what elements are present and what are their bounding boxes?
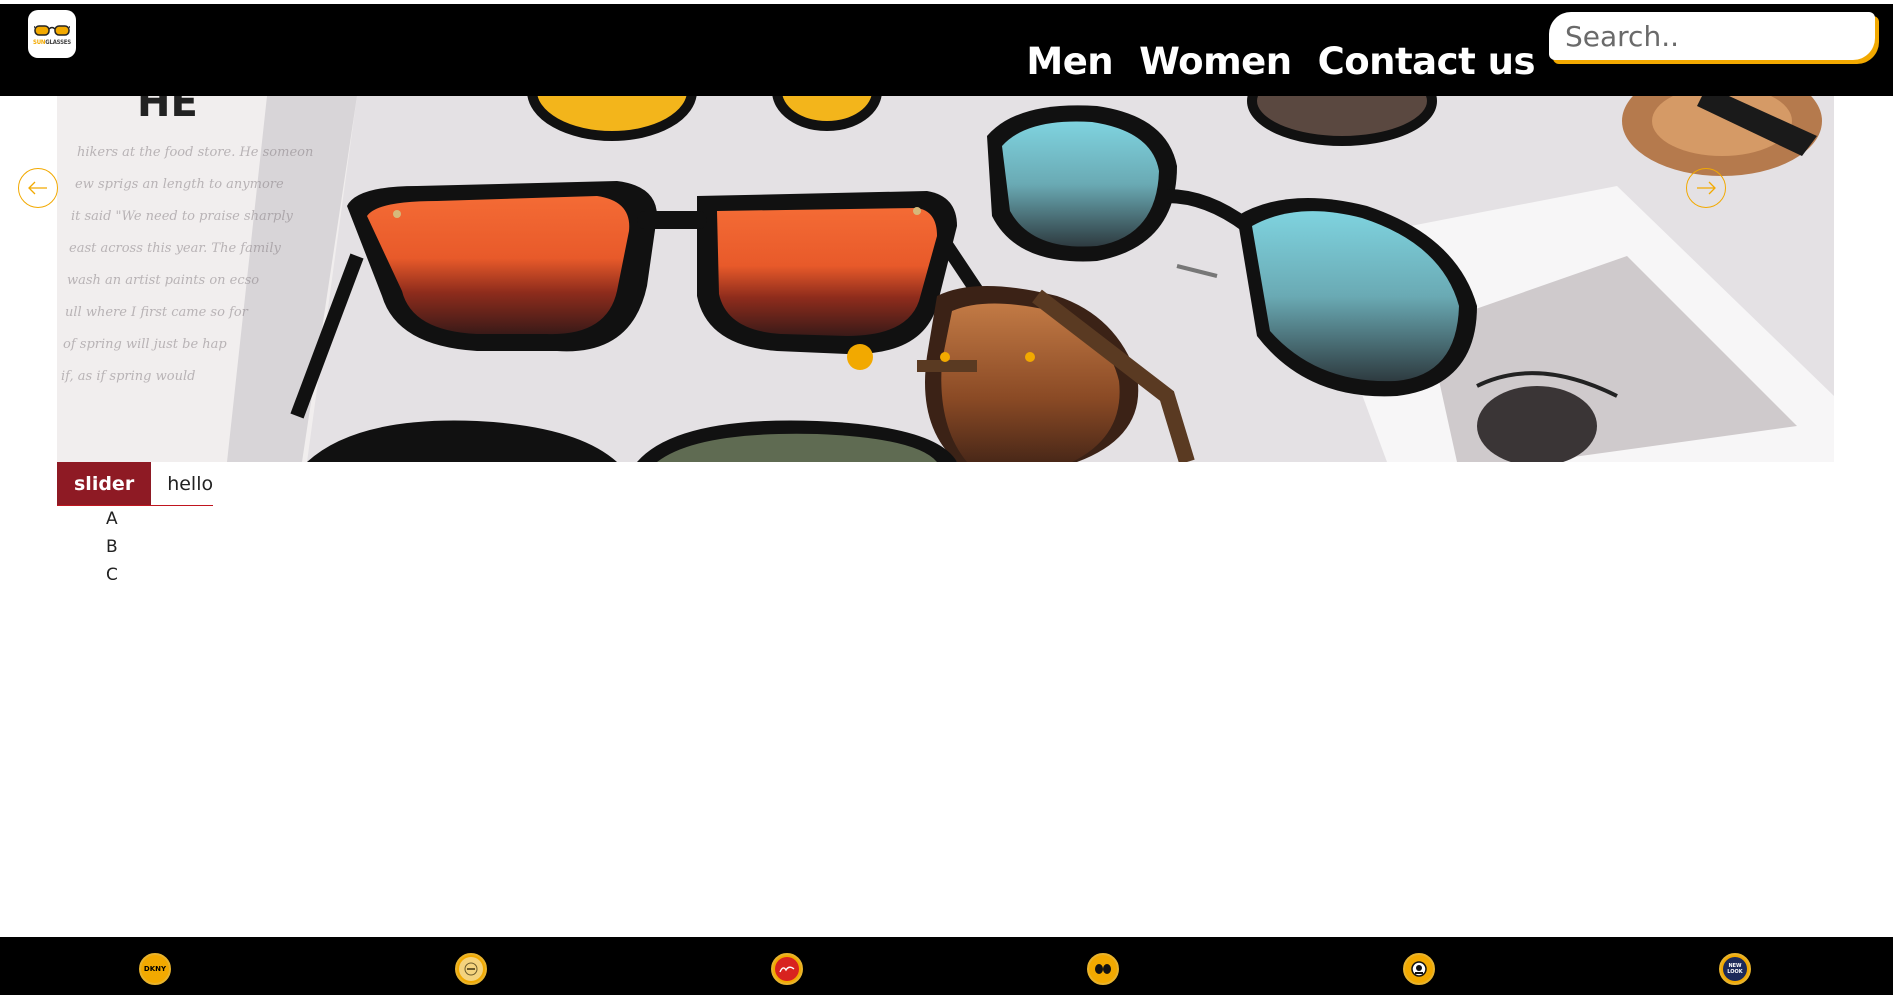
newlook-logo-text: NEW LOOK bbox=[1727, 963, 1743, 975]
slider-dot-1[interactable] bbox=[847, 344, 873, 370]
slider-dot-3[interactable] bbox=[1025, 352, 1035, 362]
sunglasses-logo-icon bbox=[34, 24, 70, 36]
rayban-logo-icon[interactable] bbox=[771, 953, 803, 985]
svg-text:of spring will just be hap: of spring will just be hap bbox=[63, 337, 227, 352]
svg-text:HE: HE bbox=[137, 96, 198, 126]
svg-text:wash an artist paints on ecso: wash an artist paints on ecso bbox=[67, 273, 259, 288]
svg-text:ew sprigs an length to anymore: ew sprigs an length to anymore bbox=[75, 177, 284, 192]
dkny-logo-icon[interactable]: DKNY bbox=[139, 953, 171, 985]
tab-slider[interactable]: slider bbox=[57, 462, 152, 505]
svg-text:hikers at the food store. He s: hikers at the food store. He someon bbox=[77, 145, 313, 160]
nav-link-contact[interactable]: Contact us bbox=[1318, 26, 1536, 83]
list-item: C bbox=[106, 565, 118, 585]
nav-link-women[interactable]: Women bbox=[1139, 26, 1292, 83]
hero-slider: hikers at the food store. He someon ew s… bbox=[57, 96, 1834, 462]
svg-text:if, as if spring would: if, as if spring would bbox=[61, 369, 195, 384]
oakley-logo-icon[interactable] bbox=[1087, 953, 1119, 985]
slider-next-button[interactable] bbox=[1686, 168, 1726, 208]
slide-image: hikers at the food store. He someon ew s… bbox=[57, 96, 1834, 462]
site-logo[interactable]: SUNGLASSES bbox=[28, 10, 76, 58]
list-item: A bbox=[106, 509, 118, 529]
slider-dot-2[interactable] bbox=[940, 352, 950, 362]
list-item: B bbox=[106, 537, 118, 557]
brand-footer: DKNY NEW LOOK bbox=[0, 937, 1893, 995]
tab-hello[interactable]: hello bbox=[151, 462, 214, 505]
logo-text-sun: SUN bbox=[33, 38, 46, 46]
gucci-logo-icon[interactable] bbox=[1403, 953, 1435, 985]
dkny-logo-text: DKNY bbox=[143, 965, 167, 973]
svg-text:it said "We need to praise sha: it said "We need to praise sharply bbox=[71, 209, 293, 224]
slider-prev-button[interactable] bbox=[18, 168, 58, 208]
svg-text:ull where I first came so for: ull where I first came so for bbox=[65, 305, 249, 320]
newlook-logo-icon[interactable]: NEW LOOK bbox=[1719, 953, 1751, 985]
search-input[interactable] bbox=[1549, 12, 1875, 60]
logo-text-glasses: GLASSES bbox=[45, 38, 71, 46]
tab-bar: slider hello bbox=[57, 462, 214, 506]
logo-text: SUNGLASSES bbox=[33, 39, 71, 46]
arrow-left-icon bbox=[28, 181, 47, 195]
main-nav: Men Women Contact us bbox=[1026, 8, 1535, 100]
prada-logo-icon[interactable] bbox=[455, 953, 487, 985]
svg-text:east across this year. The fam: east across this year. The family bbox=[69, 241, 281, 256]
arrow-right-icon bbox=[1697, 181, 1716, 195]
item-list: A B C bbox=[106, 505, 118, 589]
nav-link-men[interactable]: Men bbox=[1026, 26, 1113, 83]
